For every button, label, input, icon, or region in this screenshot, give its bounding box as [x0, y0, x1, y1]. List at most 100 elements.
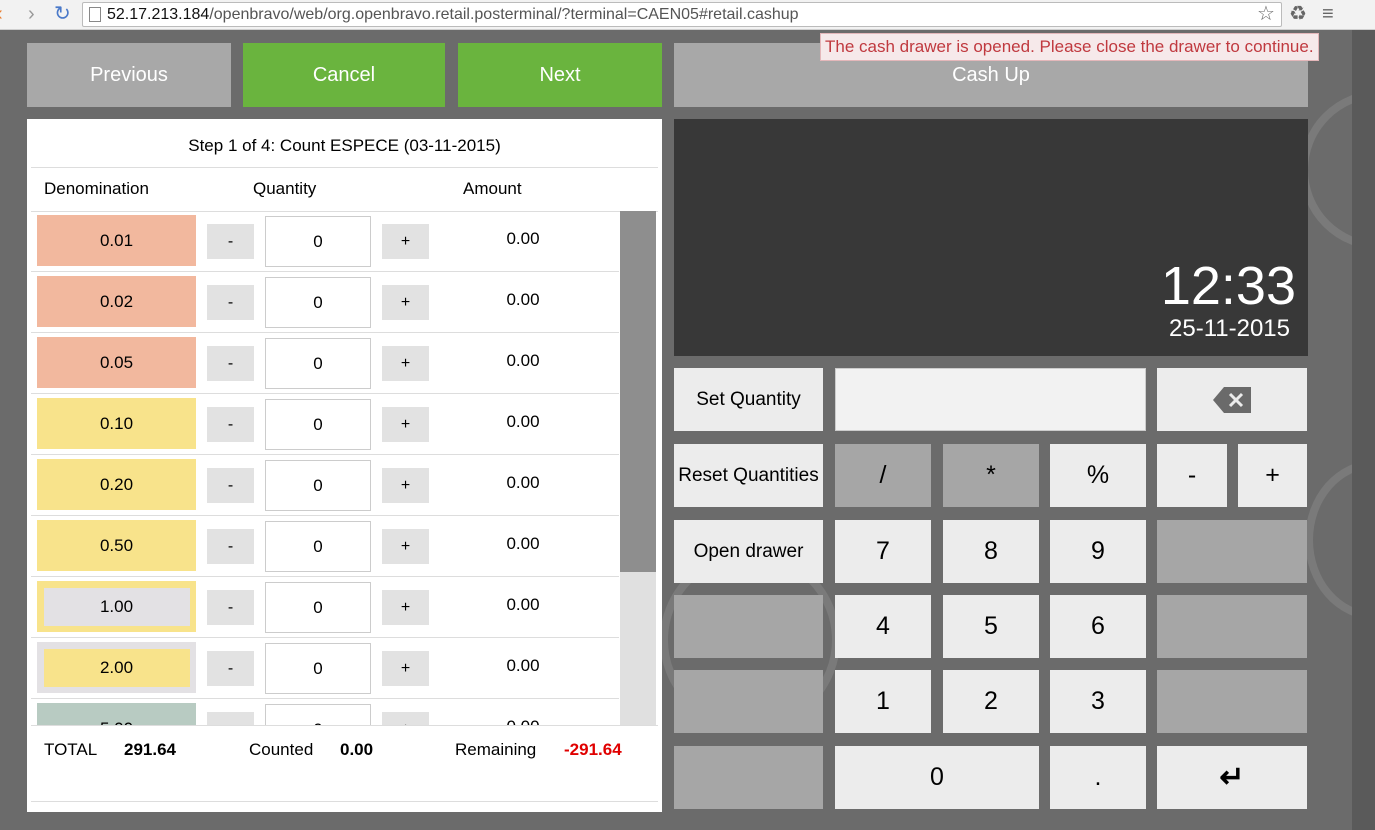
digit-7-key[interactable]: 7 [835, 520, 931, 583]
decrement-button[interactable]: - [207, 346, 254, 381]
quantity-field[interactable]: 0 [265, 521, 371, 572]
digit-6-key[interactable]: 6 [1050, 595, 1146, 658]
increment-button[interactable]: + [382, 468, 429, 503]
digit-3-key[interactable]: 3 [1050, 670, 1146, 733]
amount-value: 0.00 [506, 534, 540, 553]
next-button[interactable]: Next [458, 43, 662, 107]
set-quantity-button[interactable]: Set Quantity [674, 368, 823, 431]
multiply-key[interactable]: * [943, 444, 1039, 507]
back-button[interactable]: ‹ [0, 3, 3, 25]
extension-icon[interactable]: ♻ [1289, 3, 1307, 25]
divider [31, 801, 658, 802]
denomination-row: 0.05 - 0 + 0.00 [31, 333, 619, 394]
digit-5-key[interactable]: 5 [943, 595, 1039, 658]
increment-button[interactable]: + [382, 407, 429, 442]
quantity-header: Quantity [253, 179, 317, 198]
quantity-field[interactable]: 0 [265, 399, 371, 450]
clock-time: 12:33 [1160, 256, 1296, 316]
denomination-label: 0.02 [37, 276, 196, 327]
decrement-button[interactable]: - [207, 285, 254, 320]
increment-button[interactable]: + [382, 346, 429, 381]
quantity-field[interactable]: 0 [265, 643, 371, 694]
percent-key[interactable]: % [1050, 444, 1146, 507]
denomination-label: 5.00 [37, 703, 196, 725]
counted-label: Counted [249, 740, 314, 759]
decrement-button[interactable]: - [207, 712, 254, 725]
quantity-field[interactable]: 0 [265, 338, 371, 389]
digit-9-key[interactable]: 9 [1050, 520, 1146, 583]
previous-button[interactable]: Previous [27, 43, 231, 107]
denomination-row: 0.20 - 0 + 0.00 [31, 455, 619, 516]
decrement-button[interactable]: - [207, 407, 254, 442]
digit-1-key[interactable]: 1 [835, 670, 931, 733]
pos-app: Previous Cancel Next Cash Up The cash dr… [0, 30, 1352, 830]
increment-button[interactable]: + [382, 224, 429, 259]
denomination-row: 0.02 - 0 + 0.00 [31, 272, 619, 333]
digit-4-key[interactable]: 4 [835, 595, 931, 658]
amount-value: 0.00 [506, 656, 540, 675]
amount-value: 0.00 [506, 290, 540, 309]
denomination-label: 0.01 [37, 215, 196, 266]
decrement-button[interactable]: - [207, 590, 254, 625]
menu-icon[interactable]: ≡ [1322, 3, 1334, 25]
increment-button[interactable]: + [382, 590, 429, 625]
denomination-label: 0.20 [37, 459, 196, 510]
increment-button[interactable]: + [382, 285, 429, 320]
plus-key[interactable]: + [1238, 444, 1307, 507]
denomination-row: 0.01 - 0 + 0.00 [31, 211, 619, 272]
step-title: Step 1 of 4: Count ESPECE (03-11-2015) [188, 136, 501, 155]
open-drawer-button[interactable]: Open drawer [674, 520, 823, 583]
decrement-button[interactable]: - [207, 529, 254, 564]
digit-0-key[interactable]: 0 [835, 746, 1039, 809]
divide-key[interactable]: / [835, 444, 931, 507]
list-scrollbar-thumb[interactable] [620, 211, 656, 572]
denomination-label: 0.10 [37, 398, 196, 449]
quantity-field[interactable]: 0 [265, 277, 371, 328]
total-label: TOTAL [44, 740, 98, 759]
denomination-label-text: 2.00 [43, 648, 190, 687]
bookmark-star-icon[interactable]: ☆ [1257, 3, 1275, 25]
digit-8-key[interactable]: 8 [943, 520, 1039, 583]
increment-button[interactable]: + [382, 529, 429, 564]
denomination-row: 1.00 - 0 + 0.00 [31, 577, 619, 638]
keypad-input[interactable] [835, 368, 1146, 431]
reload-icon[interactable]: ↻ [54, 3, 71, 25]
cash-count-panel: Step 1 of 4: Count ESPECE (03-11-2015) D… [27, 119, 662, 812]
empty-key [1157, 520, 1307, 583]
increment-button[interactable]: + [382, 712, 429, 725]
enter-key[interactable]: ↵ [1157, 746, 1307, 809]
quantity-field[interactable]: 0 [265, 460, 371, 511]
denomination-label: 0.05 [37, 337, 196, 388]
quantity-field[interactable]: 0 [265, 582, 371, 633]
cancel-button[interactable]: Cancel [243, 43, 445, 107]
increment-button[interactable]: + [382, 651, 429, 686]
denomination-row: 0.50 - 0 + 0.00 [31, 516, 619, 577]
empty-key [674, 670, 823, 733]
remaining-label: Remaining [455, 740, 537, 759]
amount-value: 0.00 [506, 412, 540, 431]
remaining-value: -291.64 [564, 740, 622, 759]
amount-value: 0.00 [506, 595, 540, 614]
backspace-button[interactable] [1157, 368, 1307, 431]
forward-button[interactable]: › [28, 3, 35, 25]
decimal-key[interactable]: . [1050, 746, 1146, 809]
empty-key [674, 595, 823, 658]
digit-2-key[interactable]: 2 [943, 670, 1039, 733]
amount-value: 0.00 [506, 229, 540, 248]
denomination-label-text: 1.00 [43, 587, 190, 626]
decrement-button[interactable]: - [207, 651, 254, 686]
denomination-list[interactable]: 0.01 - 0 + 0.00 0.02 - 0 + 0.00 0.05 - 0… [31, 211, 619, 725]
quantity-field[interactable]: 0 [265, 704, 371, 725]
denomination-label: 0.50 [37, 520, 196, 571]
decrement-button[interactable]: - [207, 224, 254, 259]
denomination-row: 5.00 - 0 + 0.00 [31, 699, 619, 725]
drawer-open-message: The cash drawer is opened. Please close … [820, 33, 1319, 61]
address-bar[interactable]: 52.17.213.184/openbravo/web/org.openbrav… [82, 2, 1282, 27]
minus-key[interactable]: - [1157, 444, 1227, 507]
reset-quantities-button[interactable]: Reset Quantities [674, 444, 823, 507]
denomination-label: 2.00 [37, 642, 196, 693]
counted-value: 0.00 [340, 740, 374, 759]
empty-key [1157, 670, 1307, 733]
decrement-button[interactable]: - [207, 468, 254, 503]
quantity-field[interactable]: 0 [265, 216, 371, 267]
